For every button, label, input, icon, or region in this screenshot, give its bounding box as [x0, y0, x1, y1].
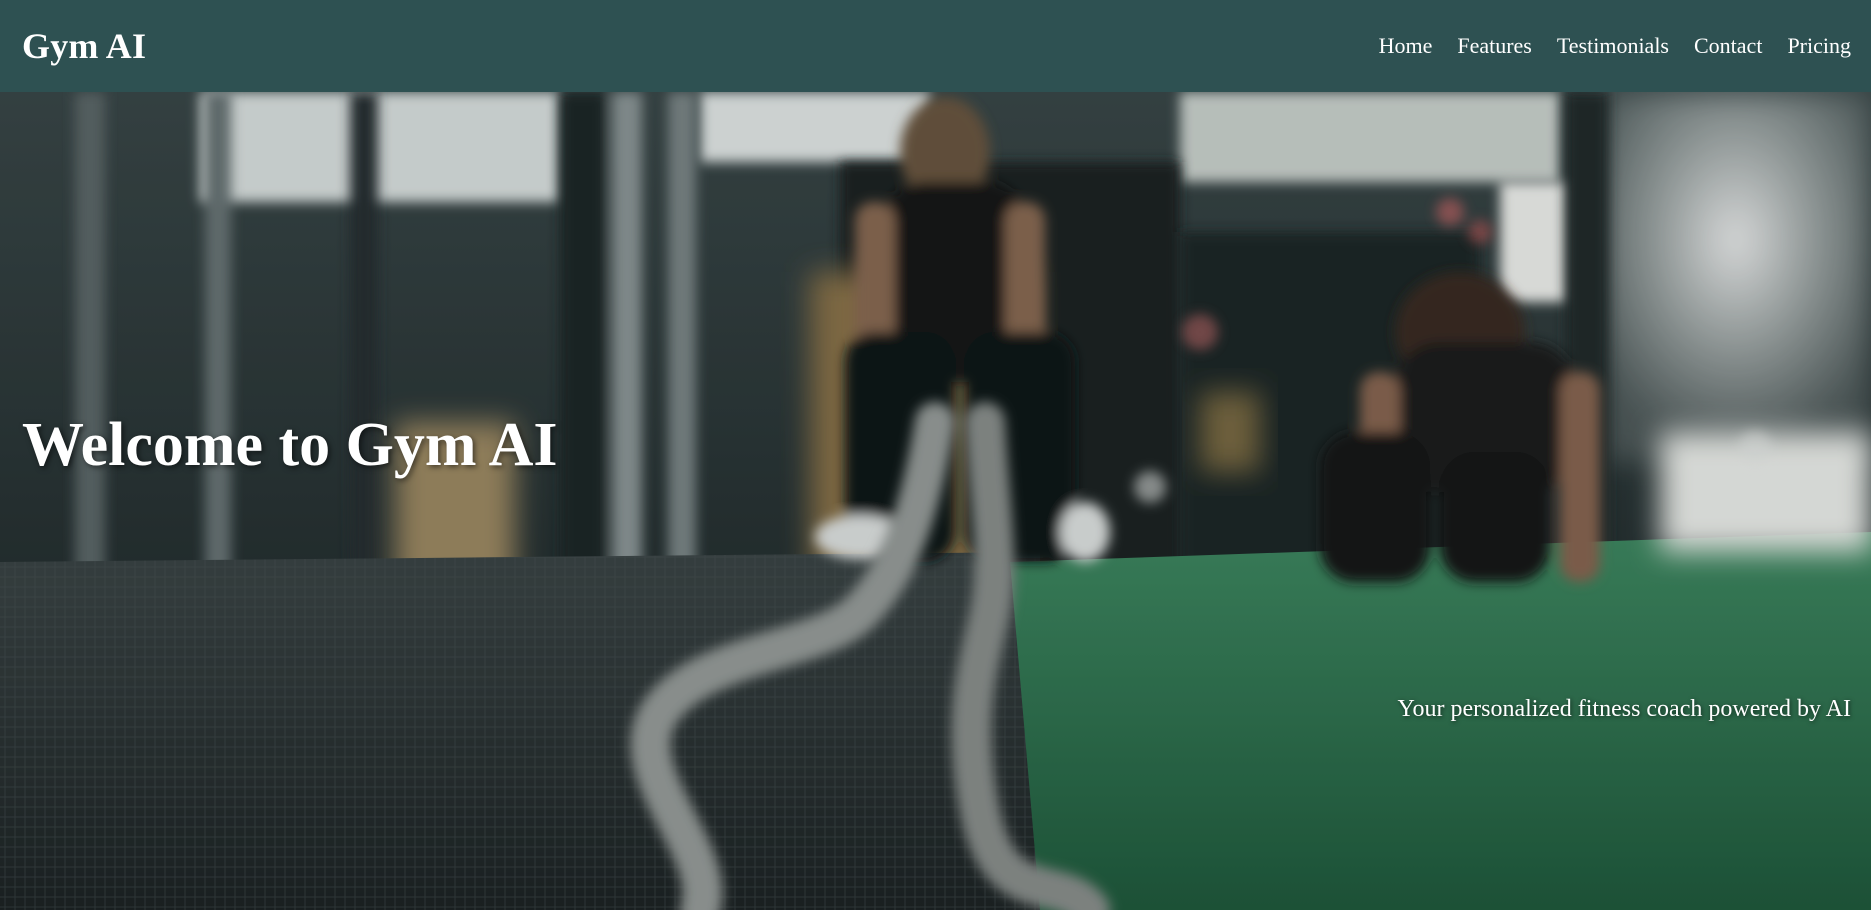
hero-background-image — [0, 92, 1871, 910]
hero-subtitle: Your personalized fitness coach powered … — [1397, 696, 1851, 722]
nav-link-pricing[interactable]: Pricing — [1787, 33, 1851, 59]
nav-menu: Home Features Testimonials Contact Prici… — [1379, 33, 1851, 59]
navbar: Gym AI Home Features Testimonials Contac… — [0, 0, 1871, 92]
brand-logo-text[interactable]: Gym AI — [22, 25, 146, 67]
nav-link-home[interactable]: Home — [1379, 33, 1433, 59]
nav-link-testimonials[interactable]: Testimonials — [1557, 33, 1669, 59]
hero-title: Welcome to Gym AI — [22, 411, 558, 479]
hero-section: Welcome to Gym AI Your personalized fitn… — [0, 92, 1871, 910]
nav-link-contact[interactable]: Contact — [1694, 33, 1762, 59]
nav-link-features[interactable]: Features — [1457, 33, 1532, 59]
